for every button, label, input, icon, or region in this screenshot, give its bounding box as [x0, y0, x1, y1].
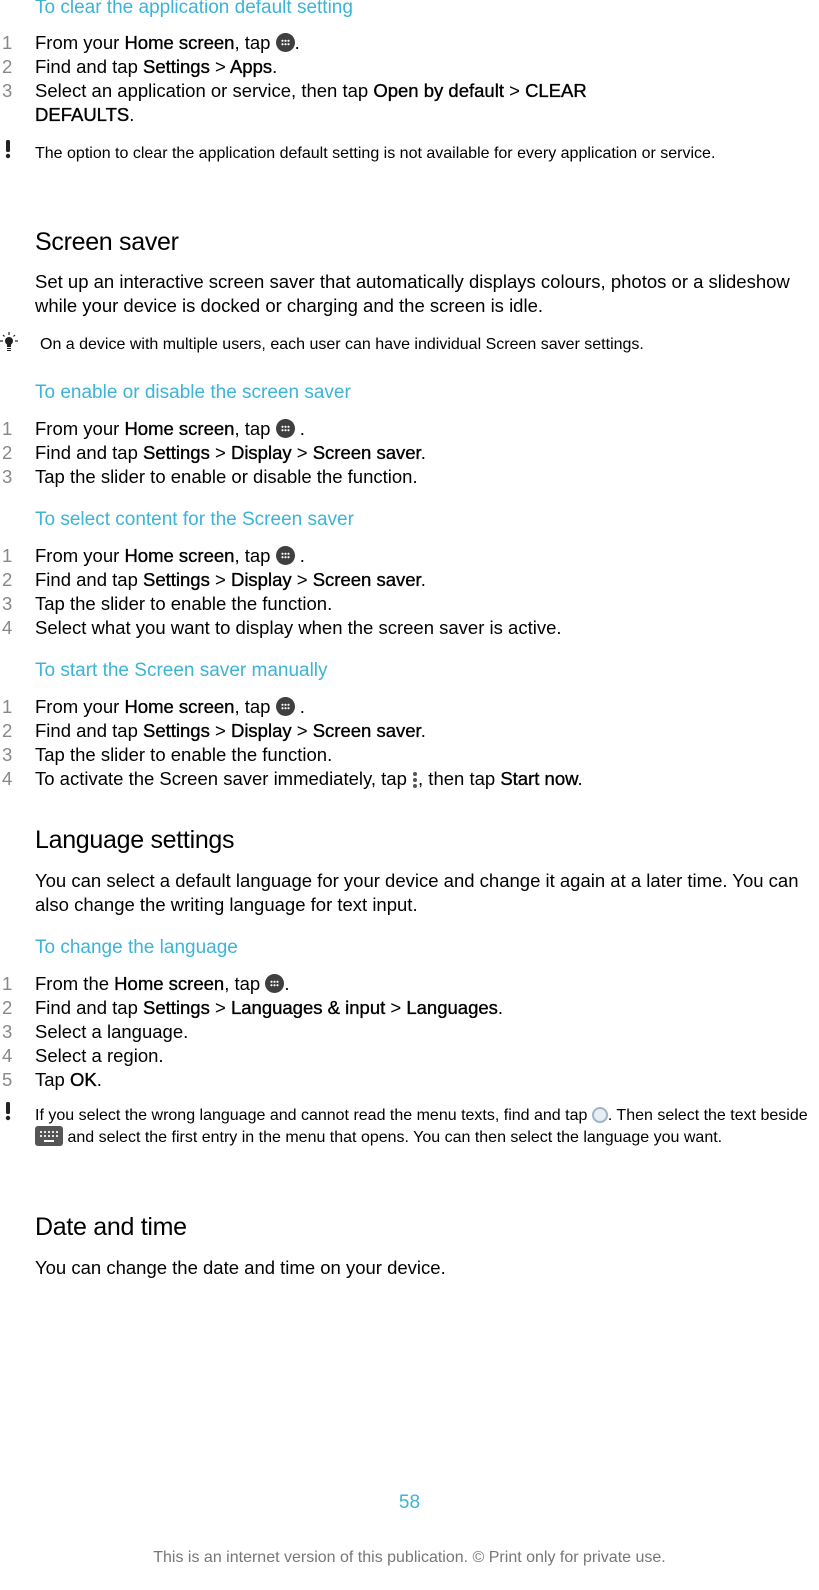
- step-text: Select a region.: [35, 1045, 164, 1066]
- exclamation-icon: [5, 140, 11, 159]
- ui-term: Home screen: [124, 32, 235, 53]
- ui-term: Apps: [229, 56, 273, 77]
- step-number: 3: [2, 466, 13, 487]
- ui-term: Open by default: [373, 80, 504, 101]
- step-number: 4: [2, 1045, 13, 1066]
- step-number: 2: [2, 720, 13, 741]
- apps-icon: [275, 33, 295, 52]
- step-text: Find and tap Settings > Display > Screen…: [35, 569, 426, 590]
- step-number: 5: [2, 1069, 13, 1090]
- ui-term: Screen saver: [312, 720, 421, 741]
- section-intro: You can select a default language for yo…: [35, 870, 799, 915]
- apps-icon: [275, 697, 295, 716]
- ui-term: Home screen: [124, 418, 235, 439]
- step-text: Tap the slider to enable or disable the …: [35, 466, 418, 487]
- ui-term: Screen saver: [312, 442, 421, 463]
- step-number: 4: [2, 768, 13, 789]
- ui-term: Settings: [143, 56, 210, 77]
- note-text: The option to clear the application defa…: [35, 145, 716, 162]
- step-text: From your Home screen, tap .: [35, 32, 300, 53]
- procedure-title-enable-screen-saver: To enable or disable the screen saver: [35, 382, 351, 403]
- ui-term: Display: [230, 442, 292, 463]
- step-number: 1: [2, 32, 13, 53]
- lightbulb-icon: [0, 332, 18, 351]
- ui-term: Display: [230, 720, 292, 741]
- procedure-title-clear-default: To clear the application default setting: [35, 0, 353, 18]
- step-text: Find and tap Settings > Display > Screen…: [35, 720, 426, 741]
- ui-term: DEFAULTS: [35, 104, 130, 125]
- step-text: From your Home screen, tap .: [35, 418, 305, 439]
- section-intro: You can change the date and time on your…: [35, 1257, 446, 1278]
- ui-term: Settings: [143, 997, 210, 1018]
- step-number: 2: [2, 997, 13, 1018]
- step-text: DEFAULTS.: [35, 104, 135, 125]
- step-number: 1: [2, 696, 13, 717]
- step-number: 2: [2, 569, 13, 590]
- procedure-title-select-content: To select content for the Screen saver: [35, 509, 354, 530]
- step-number: 3: [2, 80, 13, 101]
- step-number: 4: [2, 617, 13, 638]
- step-text: Find and tap Settings > Display > Screen…: [35, 442, 426, 463]
- exclamation-icon: [5, 1102, 11, 1121]
- procedure-title-change-language: To change the language: [35, 937, 238, 958]
- more-options-icon: [412, 770, 418, 788]
- step-number: 2: [2, 56, 13, 77]
- ui-term: Display: [230, 569, 292, 590]
- step-number: 1: [2, 973, 13, 994]
- step-text: Select a language.: [35, 1021, 189, 1042]
- page-number: 58: [398, 1492, 421, 1513]
- step-text: Select what you want to display when the…: [35, 617, 562, 638]
- step-text: Find and tap Settings > Languages & inpu…: [35, 997, 504, 1018]
- section-heading-date-time: Date and time: [35, 1213, 187, 1241]
- apps-icon: [275, 419, 295, 438]
- step-number: 3: [2, 593, 13, 614]
- ui-term: CLEAR: [525, 80, 587, 101]
- step-number: 3: [2, 744, 13, 765]
- step-text: Tap the slider to enable the function.: [35, 744, 333, 765]
- section-heading-language-settings: Language settings: [35, 826, 235, 854]
- tip-text: On a device with multiple users, each us…: [40, 336, 644, 353]
- ui-term: Start now: [500, 768, 578, 789]
- step-text: Select an application or service, then t…: [35, 80, 587, 101]
- footer-notice: This is an internet version of this publ…: [153, 1549, 666, 1566]
- ui-term: OK: [69, 1069, 97, 1090]
- step-text: From the Home screen, tap .: [35, 973, 290, 994]
- step-text: From your Home screen, tap .: [35, 545, 305, 566]
- procedure-title-start-manually: To start the Screen saver manually: [35, 660, 328, 681]
- ui-term: Languages: [406, 997, 498, 1018]
- note-text: If you select the wrong language and can…: [35, 1107, 808, 1146]
- ui-term: Settings: [143, 442, 210, 463]
- step-text: Tap the slider to enable the function.: [35, 593, 333, 614]
- step-text: From your Home screen, tap .: [35, 696, 305, 717]
- settings-gear-icon: [591, 1107, 608, 1123]
- section-intro: Set up an interactive screen saver that …: [35, 271, 790, 316]
- ui-term: Home screen: [114, 973, 225, 994]
- ui-term: Languages & input: [230, 997, 386, 1018]
- apps-icon: [265, 974, 285, 993]
- step-number: 3: [2, 1021, 13, 1042]
- ui-term: Home screen: [124, 545, 235, 566]
- step-number: 2: [2, 442, 13, 463]
- step-text: Tap OK.: [35, 1069, 102, 1090]
- ui-term: Home screen: [124, 696, 235, 717]
- apps-icon: [275, 546, 295, 565]
- keyboard-icon: [35, 1126, 63, 1146]
- section-heading-screen-saver: Screen saver: [35, 228, 179, 256]
- ui-term: Settings: [143, 569, 210, 590]
- step-number: 1: [2, 545, 13, 566]
- step-text: To activate the Screen saver immediately…: [35, 768, 583, 789]
- ui-term: Screen saver: [312, 569, 421, 590]
- ui-term: Settings: [143, 720, 210, 741]
- step-text: Find and tap Settings > Apps.: [35, 56, 278, 77]
- step-number: 1: [2, 418, 13, 439]
